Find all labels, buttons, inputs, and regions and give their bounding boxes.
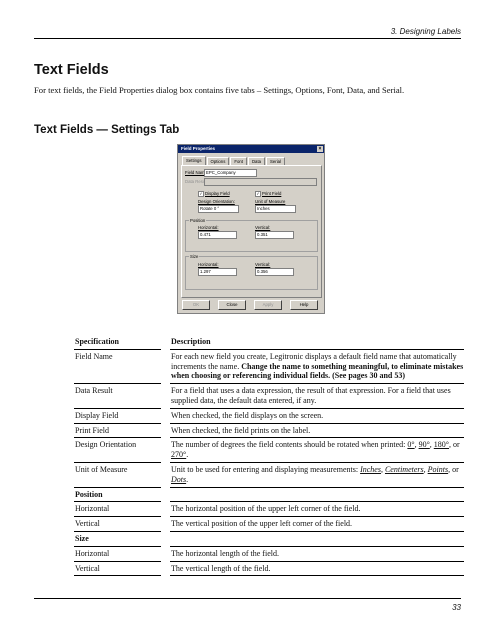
spec-cell: Design Orientation (74, 437, 161, 463)
position-horizontal-label: Horizontal: (198, 225, 219, 230)
spec-table: Specification Description Field Name For… (74, 335, 464, 577)
field-properties-dialog: Field Properties × Settings Options Font… (177, 144, 325, 314)
spec-cell: Unit of Measure (74, 462, 161, 488)
spec-cell: Print Field (74, 423, 161, 439)
close-icon[interactable]: × (317, 146, 323, 152)
table-row: Field Name For each new field you create… (74, 349, 464, 385)
section-title: Text Fields — Settings Tab (34, 124, 180, 136)
page-number: 33 (452, 603, 461, 612)
size-horizontal-label: Horizontal: (198, 262, 219, 267)
orientation-option: 180° (433, 440, 449, 450)
size-group-label: Size (189, 254, 200, 259)
spec-cell: Display Field (74, 408, 161, 424)
position-horizontal-input[interactable]: 0.471 (198, 231, 237, 239)
table-row: Horizontal The horizontal length of the … (74, 546, 464, 562)
dialog-title-bar: Field Properties × (178, 145, 324, 153)
description-cell: When checked, the field displays on the … (170, 408, 464, 424)
separator: . (186, 450, 189, 460)
position-group: Position Horizontal: 0.471 Vertical: 0.3… (185, 218, 318, 252)
description-cell: The number of degrees the field contents… (170, 437, 464, 463)
separator: . (186, 474, 189, 484)
description-cell: Unit to be used for entering and display… (170, 462, 464, 488)
spec-cell: Vertical (74, 561, 161, 577)
unit-option: Centimeters (384, 464, 424, 474)
spec-cell: Data Result (74, 383, 161, 409)
position-vertical-label: Vertical: (255, 225, 271, 230)
print-field-label: Print Field (262, 191, 282, 196)
unit-option: Inches (360, 464, 381, 474)
unit-option: Dots (171, 474, 187, 484)
table-row: Display Field When checked, the field di… (74, 408, 464, 424)
print-field-checkbox[interactable]: ✓ (255, 191, 261, 197)
description-text: The number of degrees the field contents… (171, 440, 408, 450)
ok-button[interactable]: OK (182, 300, 210, 310)
design-orientation-select[interactable]: Rotate 0 ° (198, 205, 239, 213)
orientation-option: 90° (418, 440, 430, 450)
table-row: Vertical The vertical length of the fiel… (74, 561, 464, 577)
description-cell: The vertical length of the field. (170, 561, 464, 577)
size-vertical-label: Vertical: (255, 262, 271, 267)
table-row: Data Result For a field that uses a data… (74, 383, 464, 409)
dialog-title: Field Properties (181, 146, 216, 151)
spec-cell: Field Name (74, 349, 161, 385)
help-button[interactable]: Help (290, 300, 318, 310)
table-row: Unit of Measure Unit to be used for ente… (74, 462, 464, 488)
unit-option: Points (427, 464, 449, 474)
orientation-option: 270° (171, 450, 187, 460)
section-cell: Size (74, 531, 161, 547)
size-group: Size Horizontal: 1.297 Vertical: 0.356 (185, 254, 318, 290)
intro-paragraph: For text fields, the Field Properties di… (34, 85, 405, 95)
apply-button[interactable]: Apply (254, 300, 282, 310)
settings-panel: Field Name: EPC_Company Data Result: ✓ D… (181, 165, 322, 298)
description-cell: When checked, the field prints on the la… (170, 423, 464, 439)
size-vertical-input[interactable]: 0.356 (255, 268, 294, 276)
section-cell: Position (74, 487, 161, 503)
table-header-row: Specification Description (74, 335, 464, 350)
position-vertical-input[interactable]: 0.351 (255, 231, 294, 239)
design-orientation-label: Design Orientation: (198, 199, 235, 204)
table-row: Horizontal The horizontal position of th… (74, 501, 464, 518)
description-cell: The horizontal length of the field. (170, 546, 464, 562)
unit-of-measure-select[interactable]: Inches (255, 205, 296, 213)
position-group-label: Position (189, 218, 207, 223)
spec-cell: Vertical (74, 516, 161, 532)
spec-cell: Horizontal (74, 501, 161, 518)
table-row: Vertical The vertical position of the up… (74, 516, 464, 532)
table-row: Print Field When checked, the field prin… (74, 423, 464, 439)
description-cell: For a field that uses a data expression,… (170, 383, 464, 409)
description-cell: For each new field you create, Legitroni… (170, 349, 464, 385)
separator: , or (448, 464, 459, 474)
description-column-header: Description (170, 335, 464, 350)
orientation-option: 0° (407, 440, 415, 450)
table-section-row: Position (74, 487, 464, 503)
unit-of-measure-label: Unit of Measure (255, 199, 286, 204)
running-header: 3. Designing Labels (390, 27, 461, 36)
table-section-row: Size (74, 531, 464, 547)
spec-column-header: Specification (74, 335, 161, 350)
spec-cell: Horizontal (74, 546, 161, 562)
field-name-input[interactable]: EPC_Company (204, 169, 257, 177)
display-field-label: Display Field (205, 191, 230, 196)
display-field-checkbox[interactable]: ✓ (198, 191, 204, 197)
page-title: Text Fields (34, 62, 109, 78)
header-rule (34, 38, 461, 39)
size-horizontal-input[interactable]: 1.297 (198, 268, 237, 276)
table-row: Design Orientation The number of degrees… (74, 437, 464, 463)
description-cell: The vertical position of the upper left … (170, 516, 464, 532)
description-text: Unit to be used for entering and display… (171, 464, 361, 474)
separator: , or (448, 440, 460, 450)
footer-rule (34, 598, 461, 599)
data-result-field (204, 178, 317, 186)
close-button[interactable]: Close (218, 300, 246, 310)
description-cell: The horizontal position of the upper lef… (170, 501, 464, 518)
